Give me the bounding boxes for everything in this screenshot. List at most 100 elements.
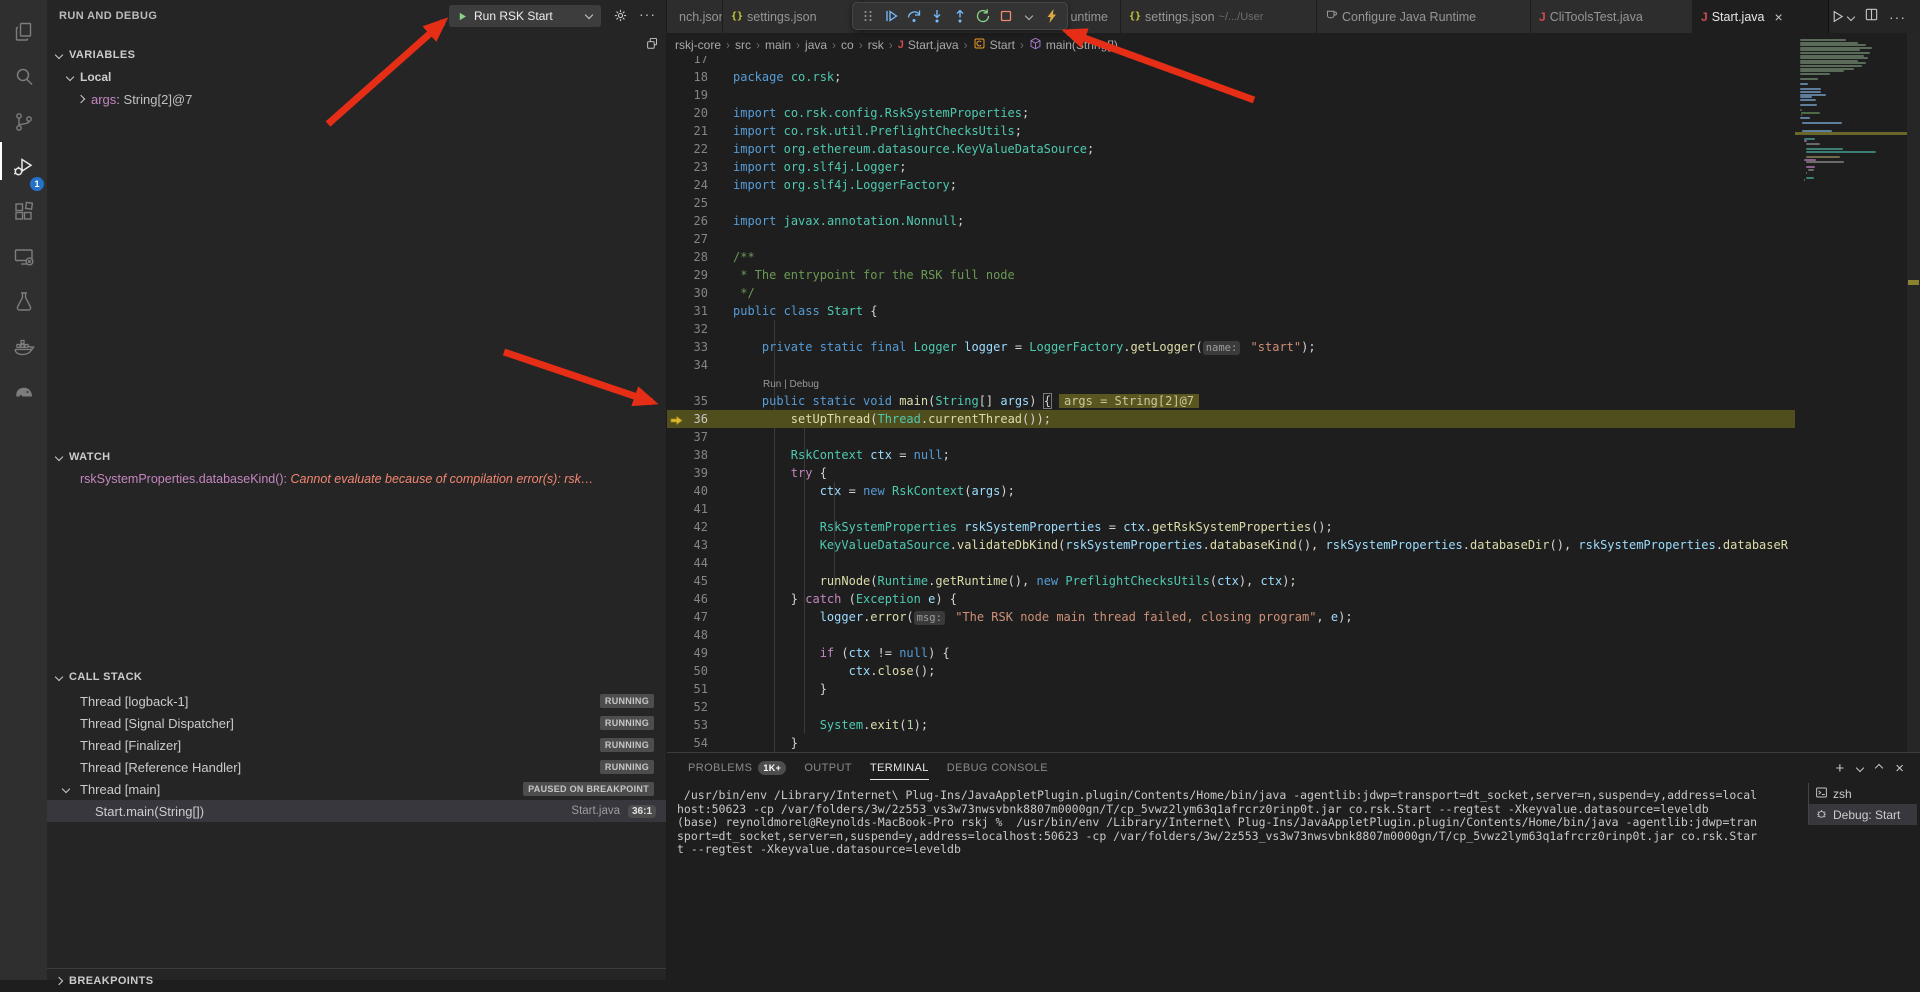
tab-configure-java-runtime[interactable]: Configure Java Runtime xyxy=(1317,0,1531,33)
call-stack-thread[interactable]: Thread [main]PAUSED ON BREAKPOINT xyxy=(47,778,666,800)
breadcrumb-item-co[interactable]: co xyxy=(841,38,854,52)
call-stack-thread[interactable]: Thread [Reference Handler]RUNNING xyxy=(47,756,666,778)
tab-settings-json[interactable]: {}settings.json xyxy=(723,0,863,33)
activity-item-gradle[interactable] xyxy=(0,374,47,414)
terminal-list-item-debug-start[interactable]: Debug: Start xyxy=(1809,804,1917,825)
breadcrumb-item-rskj-core[interactable]: rskj-core xyxy=(675,38,721,52)
code-text: try { xyxy=(733,464,827,482)
stop-button[interactable] xyxy=(995,5,1016,27)
activity-item-explorer[interactable] xyxy=(0,14,47,54)
terminal-list-item-zsh[interactable]: zsh xyxy=(1809,783,1917,804)
search-icon xyxy=(12,65,36,94)
breadcrumb-item-java[interactable]: java xyxy=(805,38,827,52)
line-number: 41 xyxy=(667,500,708,518)
panel-tab-debug-console[interactable]: DEBUG CONSOLE xyxy=(947,753,1048,783)
minimap-line xyxy=(1802,122,1842,124)
tab-label: Configure Java Runtime xyxy=(1342,10,1476,24)
call-stack-header: CALL STACK xyxy=(69,671,142,683)
launch-config-dropdown[interactable]: Run RSK Start xyxy=(449,5,601,27)
breadcrumb-item-main-string[interactable]: main(String[]) xyxy=(1029,37,1118,53)
stop-dropdown-chevron-icon[interactable] xyxy=(1018,5,1039,27)
run-file-icon[interactable] xyxy=(1830,9,1854,24)
code-text: import org.slf4j.LoggerFactory; xyxy=(733,176,957,194)
thread-status-badge: RUNNING xyxy=(600,694,654,708)
codelens-row: Run | Debug xyxy=(667,374,1795,392)
code-text: ctx = new RskContext(args); xyxy=(733,482,1015,500)
activity-item-source-control[interactable] xyxy=(0,104,47,144)
run-and-debug-sidebar: RUN AND DEBUG Run RSK Start ··· VARIABLE… xyxy=(47,0,667,980)
tab-start-java[interactable]: JStart.java× xyxy=(1693,0,1829,33)
restart-button[interactable] xyxy=(972,5,993,27)
panel-tab-terminal[interactable]: TERMINAL xyxy=(870,753,929,783)
code-text: import org.ethereum.datasource.KeyValueD… xyxy=(733,140,1094,158)
close-panel-icon[interactable]: × xyxy=(1895,761,1904,776)
scope-local[interactable]: Local xyxy=(47,66,666,88)
variable-args[interactable]: args: String[2]@7 xyxy=(47,88,666,110)
call-stack-thread[interactable]: Thread [Finalizer]RUNNING xyxy=(47,734,666,756)
breakpoints-header: BREAKPOINTS xyxy=(69,975,153,987)
maximize-panel-icon[interactable] xyxy=(1875,764,1883,772)
gear-icon[interactable] xyxy=(613,8,628,28)
code-editor[interactable]: 1718package co.rsk;1920import co.rsk.con… xyxy=(667,56,1795,752)
thread-status-badge: PAUSED ON BREAKPOINT xyxy=(523,782,654,796)
testing-icon xyxy=(12,290,36,319)
step-over-button[interactable] xyxy=(903,5,924,27)
json-file-icon: {} xyxy=(731,11,743,22)
code-text: setUpThread(Thread.currentThread()); xyxy=(733,410,1051,428)
tab-clitoolstest-java[interactable]: JCliToolsTest.java xyxy=(1531,0,1693,33)
watch-expression-row[interactable]: rskSystemProperties.databaseKind(): Cann… xyxy=(47,468,666,490)
section-watch[interactable]: WATCH xyxy=(47,446,666,468)
breadcrumb-item-start-java[interactable]: JStart.java xyxy=(898,38,959,52)
chevron-down-icon xyxy=(55,51,63,59)
section-breakpoints[interactable]: BREAKPOINTS xyxy=(47,970,666,992)
variable-name: args xyxy=(91,92,116,107)
line-number: 40 xyxy=(667,482,708,500)
minimap-line xyxy=(1800,65,1862,67)
code-line: 23import org.slf4j.Logger; xyxy=(667,158,1795,176)
terminal-output[interactable]: /usr/bin/env /Library/Internet\ Plug-Ins… xyxy=(677,789,1807,857)
minimap-line xyxy=(1806,156,1840,158)
panel-tab-output[interactable]: OUTPUT xyxy=(804,753,852,783)
breadcrumb-label: rsk xyxy=(868,38,884,52)
java-runtime-icon xyxy=(1325,8,1338,26)
chevron-down-icon[interactable] xyxy=(1856,764,1864,772)
thread-label: Thread [logback-1] xyxy=(80,694,188,709)
breadcrumb-label: Start.java xyxy=(908,38,959,52)
activity-item-remote-explorer[interactable] xyxy=(0,239,47,279)
step-into-button[interactable] xyxy=(926,5,947,27)
new-terminal-icon[interactable]: + xyxy=(1835,761,1844,776)
more-actions-icon[interactable]: ··· xyxy=(639,6,656,22)
panel-tab-problems[interactable]: PROBLEMS1K+ xyxy=(688,753,786,783)
code-line: 36 setUpThread(Thread.currentThread()); xyxy=(667,410,1795,428)
activity-item-run-and-debug[interactable]: 1 xyxy=(0,149,47,189)
more-actions-icon[interactable]: ··· xyxy=(1889,9,1906,25)
hot-code-replace-button[interactable] xyxy=(1041,5,1062,27)
call-stack-thread[interactable]: Thread [logback-1] RUNNING xyxy=(47,690,666,712)
stack-frame-row[interactable]: Start.main(String[]) Start.java 36:1 xyxy=(47,800,666,822)
breadcrumb-item-rsk[interactable]: rsk xyxy=(868,38,884,52)
close-icon[interactable]: × xyxy=(1775,9,1783,25)
symbol-method-icon xyxy=(1029,37,1046,53)
breadcrumb-item-main[interactable]: main xyxy=(765,38,791,52)
split-editor-icon[interactable] xyxy=(1864,7,1879,27)
activity-item-testing[interactable] xyxy=(0,284,47,324)
activity-item-docker[interactable] xyxy=(0,329,47,369)
breadcrumb-item-start[interactable]: Start xyxy=(973,37,1015,53)
chevron-down-icon xyxy=(585,11,593,19)
minimap-line xyxy=(1804,179,1805,181)
breadcrumb-item-src[interactable]: src xyxy=(735,38,751,52)
tab-nch-json[interactable]: nch.json xyxy=(667,0,723,33)
stack-frame-label: Start.main(String[]) xyxy=(95,804,204,819)
section-call-stack[interactable]: CALL STACK xyxy=(47,666,666,688)
code-text: logger.error(msg: "The RSK node main thr… xyxy=(733,608,1353,627)
breadcrumb-separator: › xyxy=(889,38,893,52)
chevron-down-icon xyxy=(55,673,63,681)
tab-settings-json[interactable]: {}settings.json~/.../User xyxy=(1121,0,1317,33)
section-variables[interactable]: VARIABLES xyxy=(47,44,666,66)
terminal-list-label: Debug: Start xyxy=(1833,808,1900,822)
continue-button[interactable] xyxy=(880,5,901,27)
activity-item-search[interactable] xyxy=(0,59,47,99)
step-out-button[interactable] xyxy=(949,5,970,27)
call-stack-thread[interactable]: Thread [Signal Dispatcher]RUNNING xyxy=(47,712,666,734)
activity-item-extensions[interactable] xyxy=(0,194,47,234)
